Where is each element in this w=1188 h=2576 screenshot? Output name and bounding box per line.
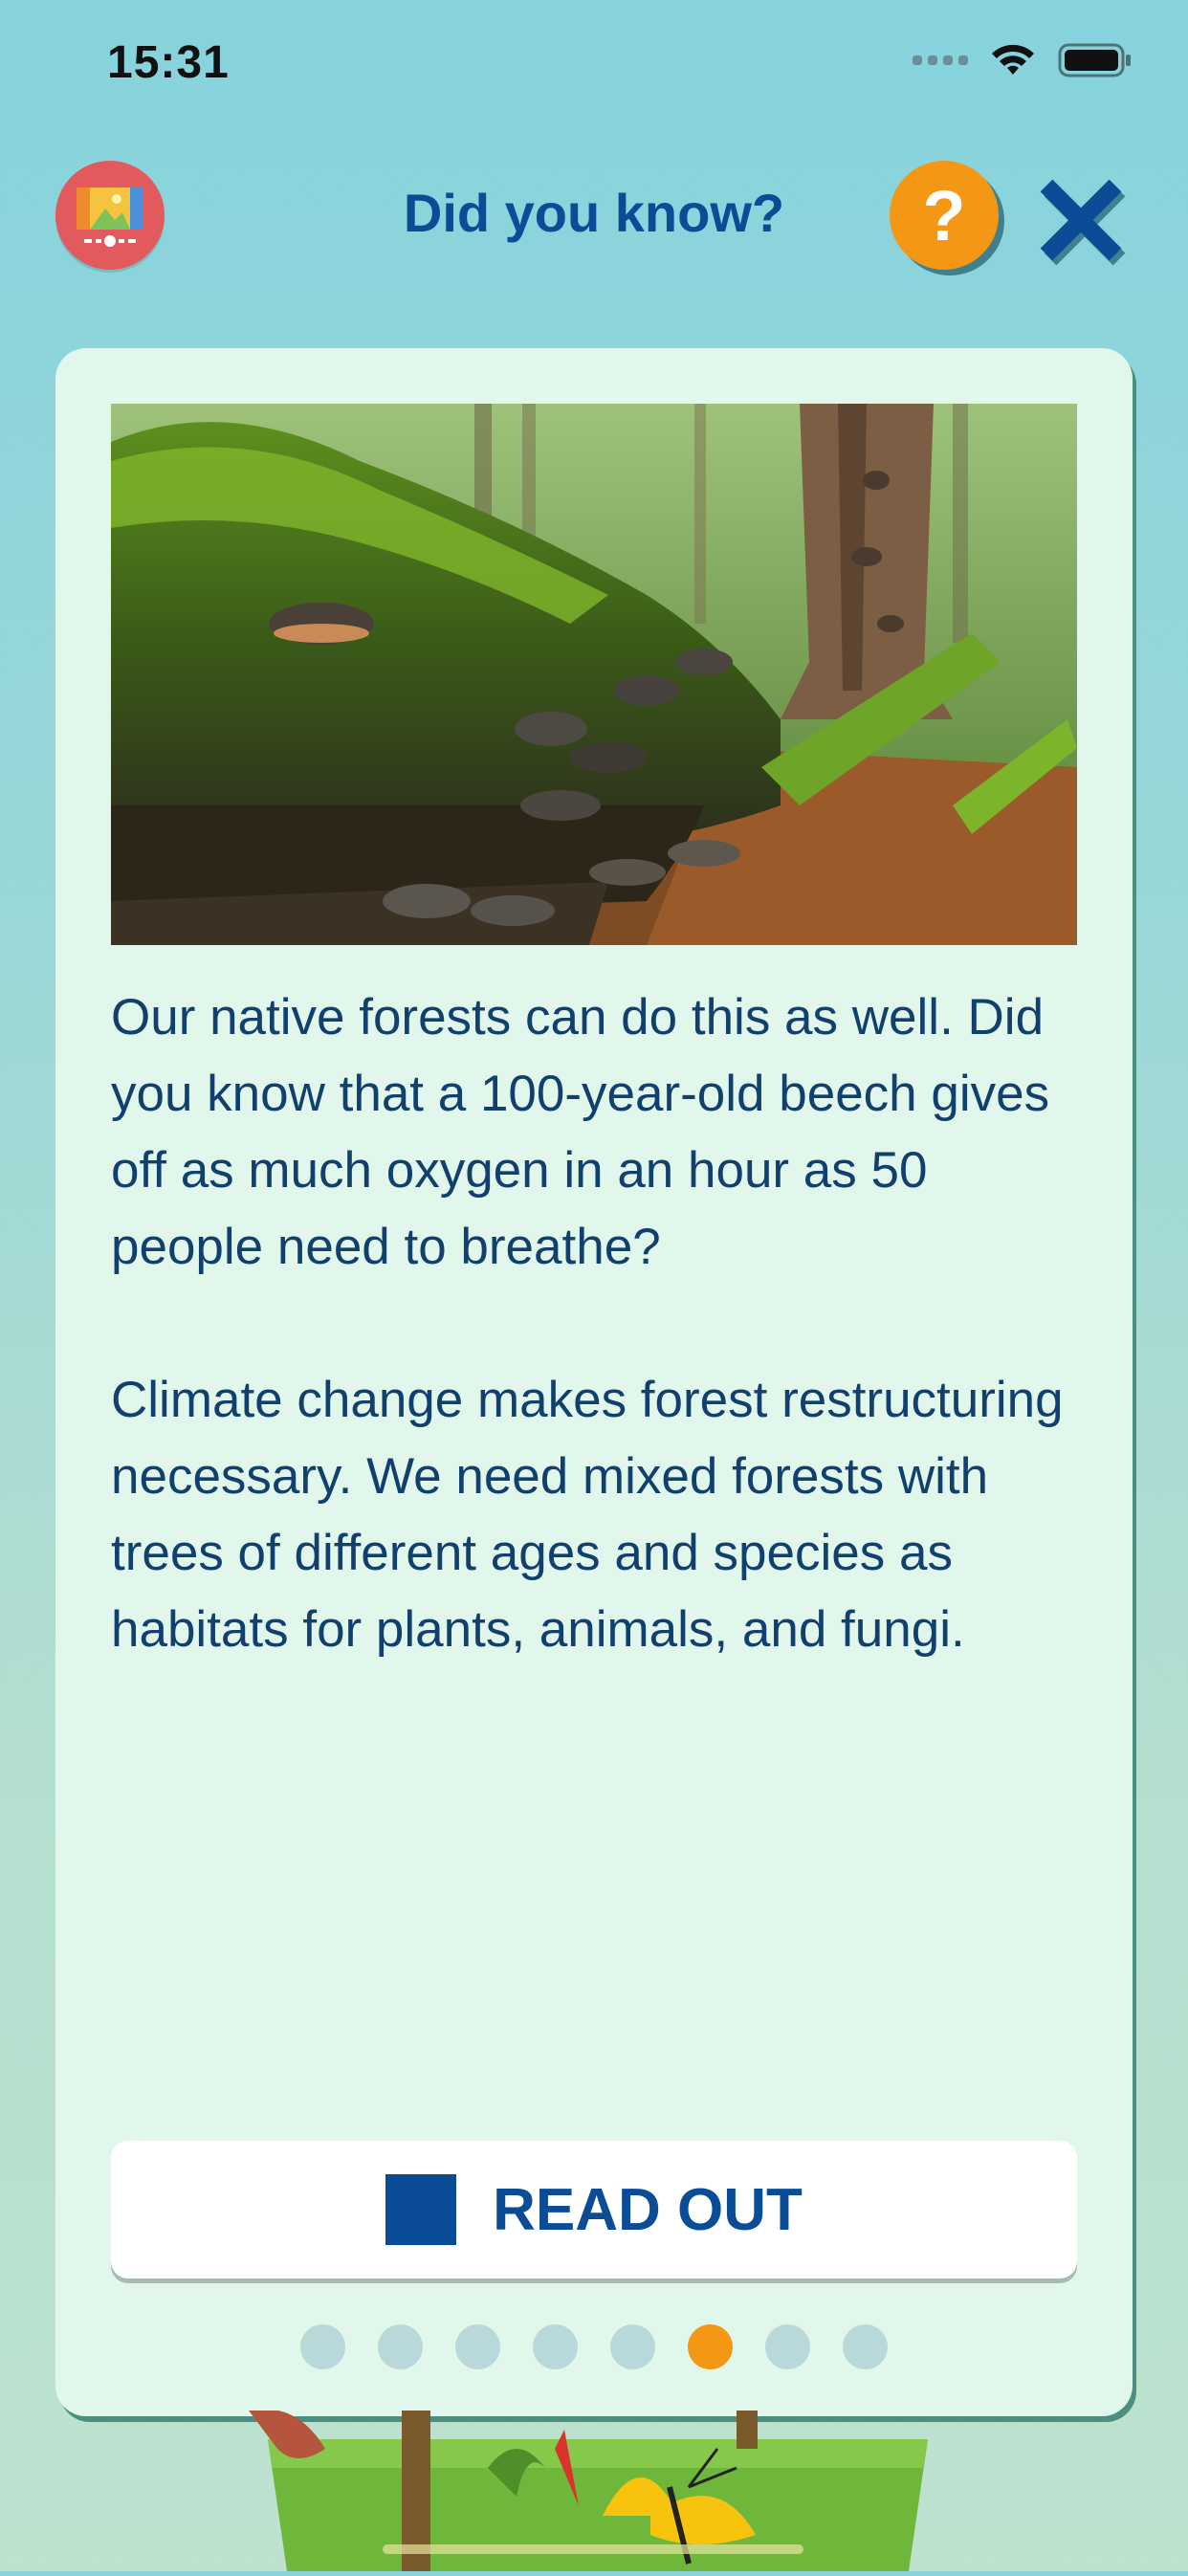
page-dot[interactable] [378, 2324, 423, 2369]
fact-paragraph: Our native forests can do this as well. … [111, 989, 1050, 1275]
fact-card: Our native forests can do this as well. … [55, 348, 1133, 2416]
help-button[interactable]: ? [890, 161, 999, 270]
forest-photo [111, 404, 1077, 945]
page-dot[interactable] [843, 2324, 888, 2369]
page-indicator [55, 2324, 1133, 2369]
read-out-button[interactable]: READ OUT [111, 2141, 1077, 2279]
fact-paragraph: Climate change makes forest restructurin… [111, 1372, 1064, 1658]
page-title: Did you know? [403, 183, 785, 243]
status-time: 15:31 [107, 37, 230, 88]
battery-icon [1058, 43, 1131, 77]
page-dot[interactable] [610, 2324, 655, 2369]
forest-scene-illustration [239, 2409, 966, 2571]
wifi-icon [992, 44, 1034, 75]
page-dot[interactable] [455, 2324, 500, 2369]
close-button[interactable] [1033, 172, 1129, 268]
page-dot[interactable] [533, 2324, 578, 2369]
page-dot[interactable] [765, 2324, 810, 2369]
page-dot-active[interactable] [688, 2324, 733, 2369]
read-out-label: READ OUT [493, 2176, 803, 2243]
page-dot[interactable] [300, 2324, 345, 2369]
close-icon [1040, 179, 1126, 266]
fact-text: Our native forests can do this as well. … [111, 980, 1087, 1668]
status-icons [913, 42, 1133, 78]
cellular-signal-icon [913, 55, 968, 65]
stop-icon [385, 2174, 457, 2245]
help-icon: ? [922, 175, 966, 255]
